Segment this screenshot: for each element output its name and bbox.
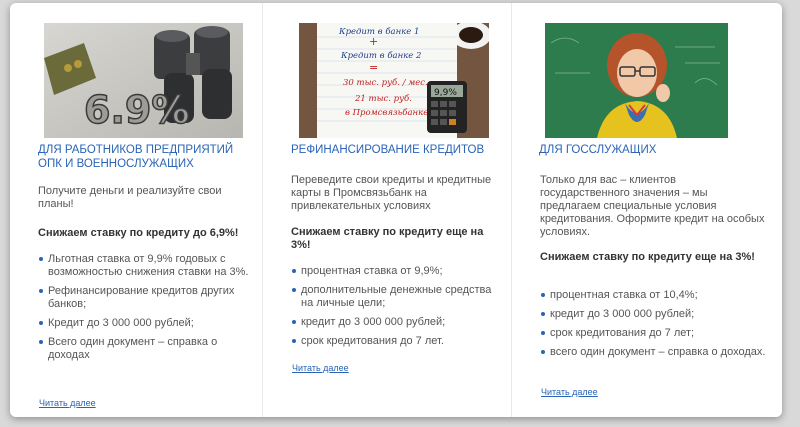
list-item: срок кредитования до 7 лет. [291, 335, 503, 348]
offer-description: Получите деньги и реализуйте свои планы! [38, 185, 222, 210]
offer-highlight: Снижаем ставку по кредиту до 6,9%! [38, 227, 239, 239]
offer-image-rate-text: 6.9% [84, 88, 189, 132]
offer-card-refinance: Кредит в банке 1 + Кредит в банке 2 = 30… [263, 3, 511, 417]
offer-feature-list: Льготная ставка от 9,9% годовых с возмож… [38, 253, 254, 368]
offer-card-civil-servants: ДЛЯ ГОССЛУЖАЩИХ Только для вас – клиенто… [512, 3, 782, 417]
notepad-line: 21 тыс. руб. [354, 93, 412, 104]
list-item: срок кредитования до 7 лет; [540, 327, 774, 340]
calculator-display: 9,9% [434, 88, 457, 98]
offer-description: Переведите свои кредиты и кредитные карт… [291, 174, 492, 212]
list-item: процентная ставка от 10,4%; [540, 289, 774, 302]
list-item: Кредит до 3 000 000 рублей; [38, 317, 254, 330]
list-item: кредит до 3 000 000 рублей; [540, 308, 774, 321]
list-item: дополнительные денежные средства на личн… [291, 284, 503, 310]
read-more-link[interactable]: Читать далее [39, 398, 96, 408]
offer-title[interactable]: ДЛЯ ГОССЛУЖАЩИХ [539, 143, 764, 157]
offer-title[interactable]: РЕФИНАНСИРОВАНИЕ КРЕДИТОВ [291, 143, 493, 157]
offer-title[interactable]: ДЛЯ РАБОТНИКОВ ПРЕДПРИЯТИЙ ОПК И ВОЕННОС… [38, 143, 244, 171]
offer-image-teacher[interactable] [545, 23, 728, 138]
list-item: всего один документ – справка о доходах. [540, 346, 774, 359]
list-item: процентная ставка от 9,9%; [291, 265, 503, 278]
bullet-icon [541, 350, 545, 354]
notepad-line: Кредит в банке 2 [340, 50, 421, 61]
bullet-icon [541, 331, 545, 335]
list-item: Всего один документ – справка о доходах [38, 336, 254, 362]
offer-feature-list: процентная ставка от 10,4%; кредит до 3 … [540, 289, 774, 365]
bullet-icon [292, 269, 296, 273]
notepad-line: в Промсвязьбанке [345, 107, 428, 118]
offer-feature-list: процентная ставка от 9,9%; дополнительны… [291, 265, 503, 354]
read-more-link[interactable]: Читать далее [292, 363, 349, 373]
notepad-line: Кредит в банке 1 [338, 26, 419, 37]
notepad-line: 30 тыс. руб. / мес. [343, 77, 428, 88]
bullet-icon [39, 340, 43, 344]
offer-highlight: Снижаем ставку по кредиту еще на 3%! [540, 251, 755, 263]
notepad-line: + [369, 35, 378, 48]
read-more-link[interactable]: Читать далее [541, 387, 598, 397]
notepad-line: = [369, 61, 378, 74]
list-item: Рефинансирование кредитов других банков; [38, 285, 254, 311]
bullet-icon [39, 321, 43, 325]
bullet-icon [39, 289, 43, 293]
bullet-icon [292, 339, 296, 343]
offers-panel: 6.9% ДЛЯ РАБОТНИКОВ ПРЕДПРИЯТИЙ ОПК И ВО… [10, 3, 782, 417]
offer-card-defense: 6.9% ДЛЯ РАБОТНИКОВ ПРЕДПРИЯТИЙ ОПК И ВО… [10, 3, 262, 417]
bullet-icon [292, 288, 296, 292]
bullet-icon [541, 293, 545, 297]
bullet-icon [39, 257, 43, 261]
list-item: кредит до 3 000 000 рублей; [291, 316, 503, 329]
list-item: Льготная ставка от 9,9% годовых с возмож… [38, 253, 254, 279]
offer-image-notepad[interactable]: Кредит в банке 1 + Кредит в банке 2 = 30… [299, 23, 489, 138]
bullet-icon [292, 320, 296, 324]
offer-description: Только для вас – клиентов государственно… [540, 174, 765, 238]
offer-highlight: Снижаем ставку по кредиту еще на 3%! [291, 226, 484, 251]
offer-image-binoculars[interactable]: 6.9% [44, 23, 243, 138]
bullet-icon [541, 312, 545, 316]
